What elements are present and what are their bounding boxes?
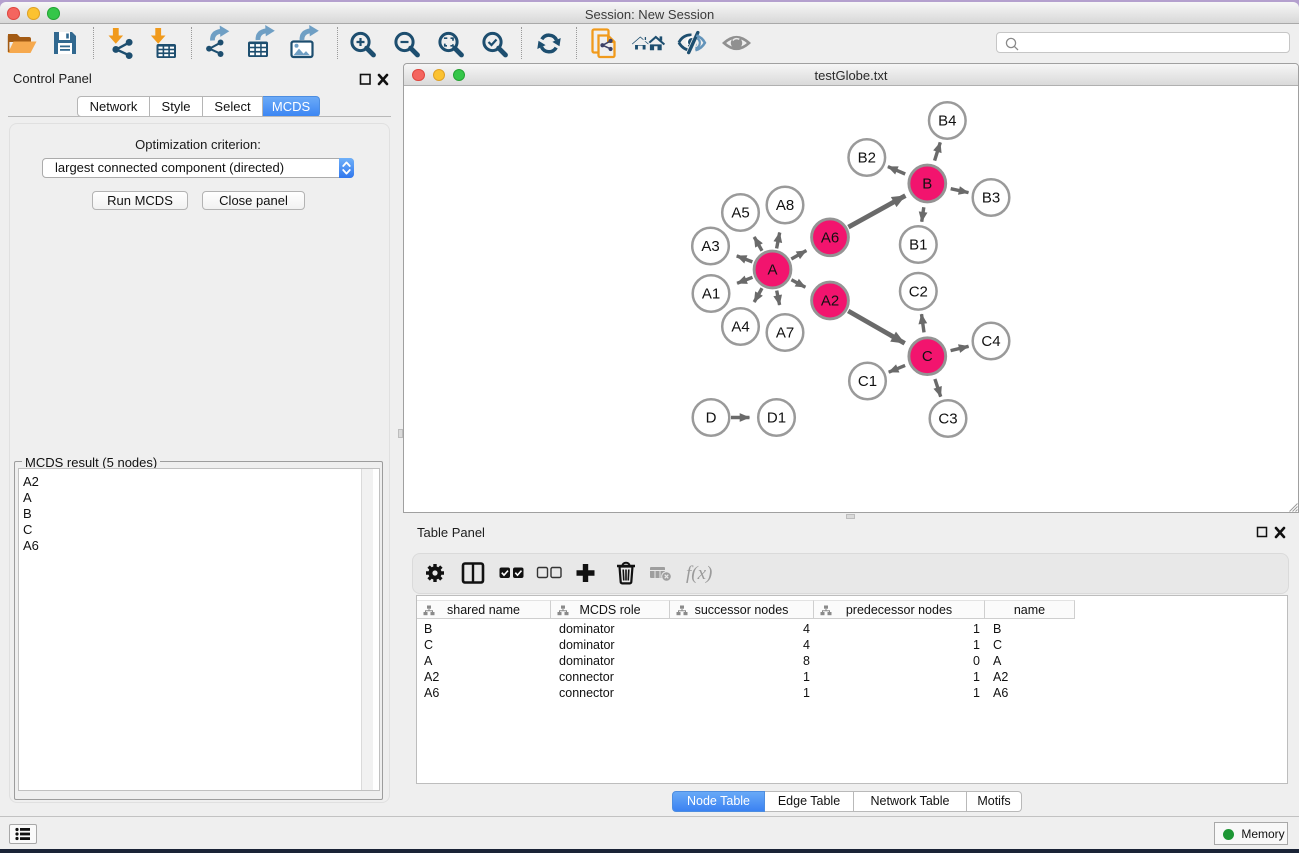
svg-text:A2: A2 (821, 293, 839, 310)
svg-text:A7: A7 (776, 325, 794, 342)
svg-text:C: C (922, 348, 933, 365)
svg-text:B2: B2 (858, 150, 876, 167)
svg-text:A1: A1 (702, 286, 720, 303)
svg-text:A3: A3 (701, 238, 719, 255)
svg-text:D: D (706, 410, 717, 427)
svg-text:B3: B3 (982, 190, 1000, 207)
svg-text:C3: C3 (938, 411, 957, 428)
svg-text:A6: A6 (821, 229, 839, 246)
svg-text:f(x): f(x) (686, 563, 712, 584)
svg-text:A5: A5 (731, 205, 749, 222)
svg-text:C2: C2 (909, 283, 928, 300)
svg-text:A4: A4 (731, 319, 749, 336)
svg-text:B4: B4 (938, 113, 956, 130)
svg-text:B1: B1 (909, 237, 927, 254)
svg-text:D1: D1 (767, 410, 786, 427)
svg-text:B: B (922, 176, 932, 193)
svg-text:C1: C1 (858, 373, 877, 390)
svg-text:C4: C4 (981, 333, 1000, 350)
svg-text:A8: A8 (776, 197, 794, 214)
svg-text:A: A (767, 262, 777, 279)
